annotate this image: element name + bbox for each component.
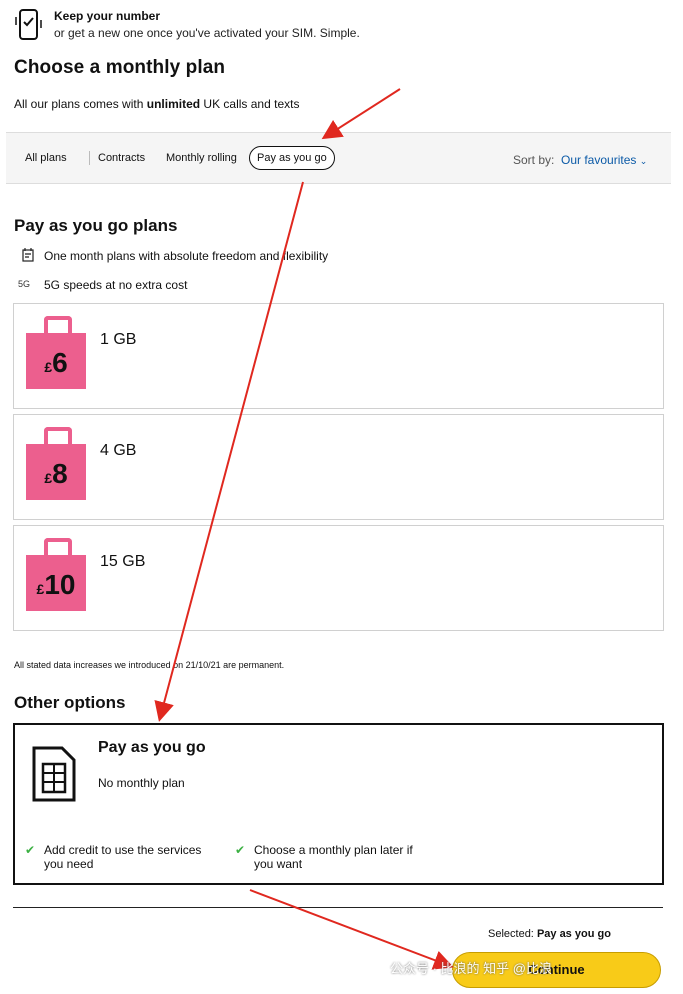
selected-summary: Selected: Pay as you go [488, 928, 611, 940]
check-icon: ✔ [235, 843, 246, 857]
price-bag-icon: £6 [26, 316, 86, 389]
option-subtitle: No monthly plan [98, 776, 185, 790]
benefit-add-credit: ✔ Add credit to use the services you nee… [25, 843, 202, 871]
price-bag-icon: £8 [26, 427, 86, 500]
keep-number-subtitle: or get a new one once you've activated y… [54, 26, 360, 40]
footer-divider [13, 907, 663, 908]
plan-card-1gb[interactable]: £6 1 GB [13, 303, 664, 409]
payg-plans-title: Pay as you go plans [14, 216, 178, 235]
sort-label: Sort by: [513, 153, 555, 167]
filter-divider [89, 151, 90, 165]
filter-all-plans[interactable]: All plans [25, 152, 67, 164]
chevron-down-icon: ⌄ [639, 156, 648, 166]
intro-text: All our plans comes with unlimited UK ca… [14, 97, 300, 111]
plan-card-4gb[interactable]: £8 4 GB [13, 414, 664, 520]
arrow-to-continue [249, 889, 454, 970]
keep-number-title: Keep your number [54, 9, 161, 23]
calendar-icon [22, 248, 34, 262]
feature-5g: 5G speeds at no extra cost [44, 278, 188, 292]
sort-dropdown[interactable]: Our favourites ⌄ [561, 153, 647, 167]
plan-data-amount: 15 GB [100, 553, 146, 570]
page-title: Choose a monthly plan [14, 57, 226, 78]
filter-monthly-rolling[interactable]: Monthly rolling [166, 152, 237, 164]
filter-pay-as-you-go[interactable]: Pay as you go [249, 146, 335, 170]
sim-card-icon [32, 746, 76, 802]
check-icon: ✔ [25, 843, 36, 857]
payg-sim-option-card[interactable]: Pay as you go No monthly plan ✔ Add cred… [13, 723, 664, 885]
watermark: 公众号 · 比浪的 知乎 @比浪 [390, 961, 552, 976]
price-bag-icon: £10 [26, 538, 86, 611]
plan-filter-bar: All plans Contracts Monthly rolling Pay … [6, 132, 671, 184]
plan-card-15gb[interactable]: £10 15 GB [13, 525, 664, 631]
option-title: Pay as you go [98, 739, 206, 756]
filter-contracts[interactable]: Contracts [98, 152, 145, 164]
other-options-title: Other options [14, 693, 126, 712]
phone-check-icon [15, 9, 42, 40]
data-increase-note: All stated data increases we introduced … [14, 660, 285, 670]
plan-data-amount: 4 GB [100, 442, 137, 459]
benefit-choose-later: ✔ Choose a monthly plan later if you wan… [235, 843, 413, 871]
feature-flexibility: One month plans with absolute freedom an… [44, 249, 329, 263]
plan-data-amount: 1 GB [100, 331, 137, 348]
arrow-to-payg-filter [321, 88, 401, 140]
5g-icon: 5G [18, 279, 31, 289]
